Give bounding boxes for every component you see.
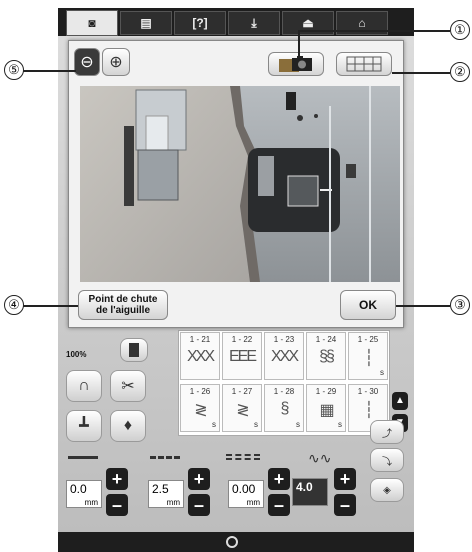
stitch-width-minus-button[interactable]: –: [106, 494, 128, 516]
callout-5: ⑤: [4, 60, 24, 80]
camera-icon: ◙: [88, 16, 96, 30]
eraser-icon: ◈: [383, 484, 391, 496]
minus-icon: –: [339, 495, 350, 515]
tension-plus-button[interactable]: +: [334, 468, 356, 490]
memory-button[interactable]: ⤴: [370, 420, 404, 444]
pattern-tile[interactable]: 1 - 26 ≷ s: [180, 384, 220, 432]
pattern-tile[interactable]: 1 - 23 XXX: [264, 332, 304, 380]
home-icon: ⌂: [358, 16, 366, 30]
scissors-icon: ✂: [121, 378, 135, 395]
needle-icon: ♦: [123, 417, 133, 434]
zoom-percent: 100%: [66, 350, 87, 359]
pattern-tile[interactable]: 1 - 25 ┆ s: [348, 332, 388, 380]
zoom-out-icon: ⊖: [80, 54, 94, 71]
tab-document[interactable]: ▤: [120, 11, 172, 35]
pattern-tile[interactable]: 1 - 29 ▦ s: [306, 384, 346, 432]
thread-icon: ⤓: [251, 15, 257, 30]
minus-icon: –: [193, 495, 204, 515]
callout-3: ③: [450, 295, 470, 315]
needle-position-button[interactable]: ∩: [66, 370, 102, 402]
stitch-icon: EEE: [228, 348, 257, 365]
zoom-in-icon: ⊕: [109, 54, 123, 71]
camera-capture-button[interactable]: [268, 52, 324, 76]
grid-button[interactable]: [336, 52, 392, 76]
callout-line-1-drop: [298, 30, 300, 58]
thread-cutter-button[interactable]: ✂: [110, 370, 146, 402]
callout-line-5: [20, 70, 76, 72]
presser-foot-button[interactable]: ┻: [66, 410, 102, 442]
document-icon: ▤: [140, 16, 152, 30]
stitch-icon: ┆: [364, 350, 374, 367]
stitch-length-minus-button[interactable]: –: [188, 494, 210, 516]
camera-icon: [279, 56, 312, 72]
plus-icon: +: [273, 469, 285, 489]
stitch-width-plus-button[interactable]: +: [106, 468, 128, 490]
plus-icon: +: [111, 469, 123, 489]
shift-plus-button[interactable]: +: [268, 468, 290, 490]
stitch-icon: ≷: [194, 402, 207, 419]
tab-camera[interactable]: ◙: [66, 10, 118, 36]
stitch-icon: XXX: [186, 348, 215, 365]
scroll-up-button[interactable]: ▲: [392, 392, 408, 410]
spool-icon: [129, 343, 139, 357]
reset-button[interactable]: ◈: [370, 478, 404, 502]
needle-drop-point-button[interactable]: Point de chute de l'aiguille: [78, 290, 168, 320]
clock-icon[interactable]: [226, 536, 238, 548]
stitch-length-value: 2.5 mm: [148, 480, 184, 508]
stitch-icon: ≷: [236, 402, 249, 419]
stitch-length-plus-button[interactable]: +: [188, 468, 210, 490]
needle-button[interactable]: ♦: [110, 410, 146, 442]
presser-foot-icon: ┻: [79, 418, 89, 435]
callout-line-1: [298, 30, 450, 32]
grid-icon: [346, 56, 382, 72]
tab-bar: ◙ ▤ [?] ⤓ ⏏ ⌂: [58, 8, 414, 36]
stitch-icon: ┆: [364, 402, 374, 419]
memory-icon: ⤴: [382, 428, 392, 440]
tab-help[interactable]: [?]: [174, 11, 226, 35]
pattern-tile[interactable]: 1 - 27 ≷ s: [222, 384, 262, 432]
tension-minus-button[interactable]: –: [334, 494, 356, 516]
camera-view: [80, 86, 400, 282]
thread-color-button[interactable]: [120, 338, 148, 362]
tab-thread[interactable]: ⤓: [228, 11, 280, 35]
stitch-length-icon: [150, 456, 180, 459]
pattern-tile[interactable]: 1 - 28 § s: [264, 384, 304, 432]
zoom-out-button[interactable]: ⊖: [74, 48, 100, 76]
shift-minus-button[interactable]: –: [268, 494, 290, 516]
retrieve-button[interactable]: ⤵: [370, 448, 404, 472]
plus-icon: +: [193, 469, 205, 489]
pattern-tile[interactable]: 1 - 24 §§: [306, 332, 346, 380]
retrieve-icon: ⤵: [382, 456, 392, 468]
lock-icon: ⏏: [302, 16, 314, 30]
help-icon: [?]: [192, 16, 208, 30]
camera-image: [80, 86, 400, 282]
stitch-icon: §§: [319, 348, 335, 365]
needle-up-icon: ∩: [78, 377, 90, 394]
minus-icon: –: [273, 495, 284, 515]
pattern-tile[interactable]: 1 - 22 EEE: [222, 332, 262, 380]
callout-4: ④: [4, 295, 24, 315]
arrow-up-icon: ▲: [395, 395, 405, 406]
stitch-icon: XXX: [270, 348, 299, 365]
stitch-icon: ▦: [319, 402, 334, 419]
stitch-width-icon: [68, 456, 98, 459]
ok-button[interactable]: OK: [340, 290, 396, 320]
stitch-icon: §: [280, 400, 290, 417]
callout-line-2: [392, 72, 450, 74]
shift-value: 0.00 mm: [228, 480, 264, 508]
tension-value: 4.0: [292, 478, 328, 506]
callout-line-4: [22, 305, 78, 307]
minus-icon: –: [111, 495, 122, 515]
callout-1: ①: [450, 20, 470, 40]
callout-2: ②: [450, 62, 470, 82]
zoom-in-button[interactable]: ⊕: [102, 48, 130, 76]
pattern-tile[interactable]: 1 - 21 XXX: [180, 332, 220, 380]
stitch-width-value: 0.0 mm: [66, 480, 102, 508]
tension-icon: ∿∿: [308, 450, 332, 466]
plus-icon: +: [339, 469, 351, 489]
l-r-shift-icon: [226, 454, 260, 460]
callout-line-3: [396, 305, 450, 307]
